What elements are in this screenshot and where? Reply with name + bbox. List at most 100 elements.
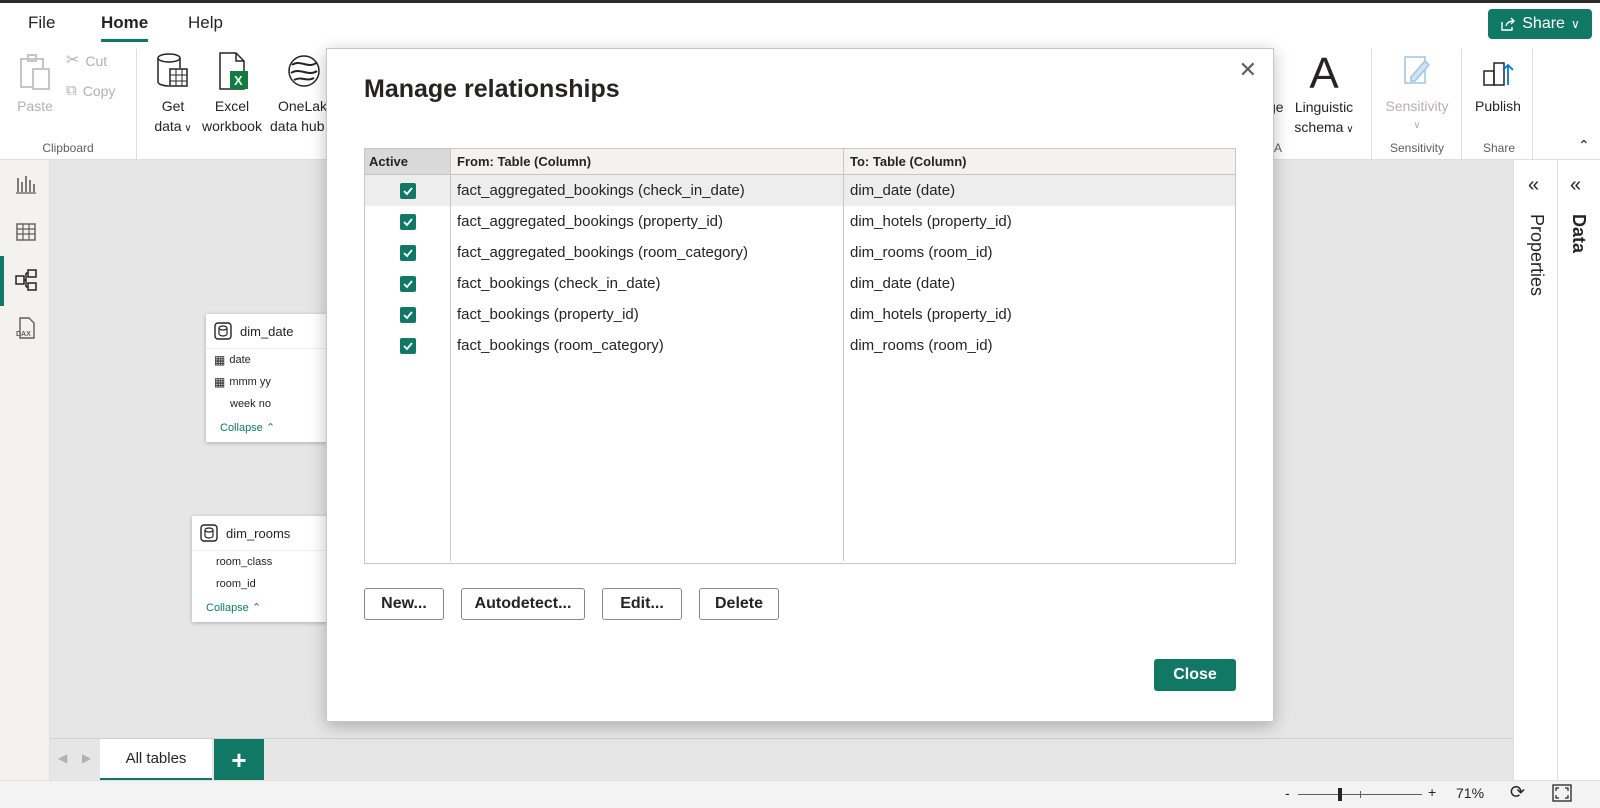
- publish-label: Publish: [1475, 98, 1521, 114]
- relationship-row[interactable]: fact_aggregated_bookings (room_category)…: [365, 237, 1235, 268]
- scissors-icon: ✂: [66, 52, 80, 69]
- cut-button[interactable]: ✂ Cut: [66, 51, 107, 71]
- cut-label: Cut: [85, 53, 108, 69]
- fit-to-screen-icon[interactable]: [1552, 784, 1572, 805]
- onelake-data-hub-button[interactable]: OneLak data hub: [270, 51, 330, 136]
- collapse-link[interactable]: Collapse ⌃: [192, 595, 346, 620]
- field-name: room_id: [216, 578, 256, 590]
- field-row[interactable]: ▦ mmm yy: [206, 371, 346, 393]
- table-name: dim_date: [240, 323, 294, 339]
- relationship-row[interactable]: fact_bookings (room_category) dim_rooms …: [365, 330, 1235, 361]
- scroll-right-icon[interactable]: ▶: [82, 751, 91, 765]
- relationship-row[interactable]: fact_aggregated_bookings (property_id) d…: [365, 206, 1235, 237]
- copy-button[interactable]: ⧉ Copy: [66, 81, 115, 101]
- relationship-row[interactable]: fact_bookings (property_id) dim_hotels (…: [365, 299, 1235, 330]
- sensitivity-icon: [1404, 56, 1431, 84]
- scroll-left-icon[interactable]: ◀: [58, 751, 67, 765]
- zoom-slider-tick: [1360, 791, 1361, 798]
- checkmark-icon: [402, 248, 413, 257]
- expand-chevron-icon[interactable]: «: [1528, 174, 1539, 197]
- field-row[interactable]: ▦ date: [206, 349, 346, 371]
- autodetect-button[interactable]: Autodetect...: [461, 588, 585, 620]
- share-group-label: Share: [1482, 141, 1516, 155]
- table-icon: [200, 524, 218, 542]
- table-card-dim-rooms[interactable]: dim_rooms room_class room_id Collapse ⌃: [192, 516, 346, 622]
- active-checkbox[interactable]: [399, 275, 416, 292]
- zoom-out-button[interactable]: -: [1285, 785, 1290, 801]
- close-button[interactable]: Close: [1154, 659, 1236, 691]
- active-checkbox[interactable]: [399, 244, 416, 261]
- data-pane-title: Data: [1569, 214, 1589, 254]
- collapse-label: Collapse: [220, 422, 263, 434]
- field-row[interactable]: week no: [206, 393, 346, 415]
- paste-icon: [20, 54, 50, 90]
- chevron-down-icon: ∨: [1570, 17, 1580, 31]
- paste-button[interactable]: Paste: [16, 53, 54, 116]
- field-row[interactable]: room_id: [192, 573, 346, 595]
- get-data-button[interactable]: Get data ∨: [146, 51, 200, 139]
- edit-button[interactable]: Edit...: [602, 588, 682, 620]
- relationship-row[interactable]: fact_bookings (check_in_date) dim_date (…: [365, 268, 1235, 299]
- chevron-down-icon: ∨: [1343, 124, 1354, 135]
- active-checkbox[interactable]: [399, 213, 416, 230]
- to-cell: dim_date (date): [850, 275, 956, 292]
- model-view-icon[interactable]: [14, 268, 38, 292]
- active-checkbox[interactable]: [399, 337, 416, 354]
- grid-empty-area: [365, 361, 1235, 561]
- ribbon-separator: [1532, 49, 1533, 159]
- dax-query-view-icon[interactable]: DAX: [14, 316, 38, 340]
- excel-label-1: Excel: [214, 98, 250, 114]
- zoom-in-button[interactable]: +: [1428, 784, 1436, 800]
- table-view-icon[interactable]: [14, 220, 38, 244]
- field-row[interactable]: room_class: [192, 551, 346, 573]
- table-card-dim-date[interactable]: dim_date ▦ date ▦ mmm yy week no Collapse …: [206, 314, 346, 442]
- report-view-icon[interactable]: [14, 172, 38, 196]
- ribbon-separator: [1461, 49, 1462, 159]
- zoom-slider-thumb[interactable]: [1338, 788, 1342, 801]
- from-cell: fact_aggregated_bookings (property_id): [451, 206, 844, 237]
- onelake-label-2: data hub: [270, 118, 325, 134]
- from-cell: fact_aggregated_bookings (room_category): [451, 237, 844, 268]
- sensitivity-label: Sensitivity: [1385, 98, 1449, 114]
- get-data-label-2: data: [154, 118, 182, 134]
- linguistic-label-1: Linguistic: [1294, 99, 1354, 115]
- reset-zoom-icon[interactable]: ⟳: [1510, 782, 1525, 803]
- new-button[interactable]: New...: [364, 588, 444, 620]
- header-from[interactable]: From: Table (Column): [451, 149, 844, 174]
- svg-text:DAX: DAX: [16, 331, 31, 338]
- close-icon[interactable]: ✕: [1239, 57, 1257, 83]
- share-icon: [1501, 17, 1516, 31]
- clipboard-group-label: Clipboard: [42, 141, 94, 155]
- linguistic-schema-button[interactable]: A Linguistic schema ∨: [1292, 51, 1356, 140]
- checkmark-icon: [402, 217, 413, 226]
- publish-button[interactable]: Publish: [1470, 51, 1526, 116]
- checkmark-icon: [402, 186, 413, 195]
- active-checkbox[interactable]: [399, 182, 416, 199]
- tab-all-tables[interactable]: All tables: [100, 739, 212, 781]
- zoom-slider[interactable]: [1298, 788, 1422, 801]
- add-layout-button[interactable]: +: [214, 739, 264, 781]
- get-data-label-1: Get: [161, 98, 185, 114]
- linguistic-label-2: schema: [1294, 119, 1344, 135]
- header-to[interactable]: To: Table (Column): [844, 149, 1235, 174]
- font-a-icon: A: [1309, 49, 1339, 98]
- tab-help[interactable]: Help: [188, 13, 223, 33]
- sensitivity-button[interactable]: Sensitivity ∨: [1380, 51, 1454, 136]
- properties-pane-collapsed[interactable]: « Properties: [1513, 160, 1557, 780]
- excel-workbook-button[interactable]: X Excel workbook: [196, 51, 268, 136]
- collapse-link[interactable]: Collapse ⌃: [206, 415, 346, 440]
- collapse-ribbon-icon[interactable]: ⌃: [1578, 137, 1590, 154]
- relationship-row[interactable]: fact_aggregated_bookings (check_in_date)…: [365, 175, 1235, 206]
- data-pane-collapsed[interactable]: « Data: [1557, 160, 1600, 780]
- chevron-down-icon: ∨: [1413, 120, 1421, 131]
- active-checkbox[interactable]: [399, 306, 416, 323]
- to-cell: dim_hotels (property_id): [850, 213, 1012, 230]
- tab-home[interactable]: Home: [101, 13, 149, 42]
- properties-pane-title: Properties: [1527, 214, 1547, 297]
- expand-chevron-icon[interactable]: «: [1570, 174, 1581, 197]
- delete-button[interactable]: Delete: [699, 588, 779, 620]
- header-active[interactable]: Active: [365, 149, 451, 174]
- tab-file[interactable]: File: [28, 13, 55, 33]
- share-button[interactable]: Share ∨: [1488, 9, 1592, 39]
- database-icon: [157, 53, 188, 87]
